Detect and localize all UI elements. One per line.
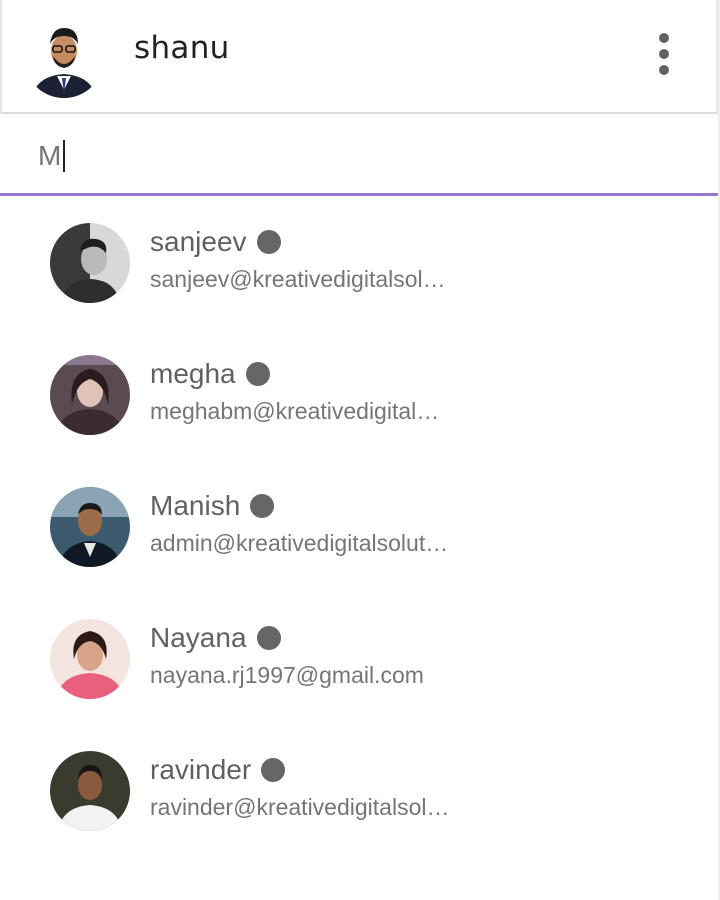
avatar bbox=[50, 751, 130, 831]
status-dot-icon bbox=[250, 494, 275, 518]
contact-email: meghabm@kreativedigital… bbox=[150, 398, 440, 424]
list-item[interactable]: megha meghabm@kreativedigital… bbox=[0, 328, 718, 460]
contact-email: admin@kreativedigitalsolut… bbox=[150, 530, 449, 556]
contact-name-text: megha bbox=[150, 358, 236, 389]
avatar bbox=[50, 619, 130, 699]
contact-name-text: Manish bbox=[150, 490, 241, 521]
contact-name: megha bbox=[150, 358, 270, 390]
contact-name-text: ravinder bbox=[150, 754, 252, 785]
list-item[interactable]: Manish admin@kreativedigitalsolut… bbox=[0, 460, 718, 592]
search-bar: M bbox=[0, 116, 718, 196]
status-dot-icon bbox=[256, 626, 281, 650]
contact-name: sanjeev bbox=[150, 226, 281, 258]
text-caret bbox=[63, 140, 66, 172]
app-bar: shanu bbox=[0, 0, 718, 114]
list-item[interactable]: Nayana nayana.rj1997@gmail.com bbox=[0, 592, 718, 724]
avatar bbox=[50, 223, 130, 303]
contact-name-text: sanjeev bbox=[150, 226, 247, 257]
avatar bbox=[50, 487, 130, 567]
contact-name: Nayana bbox=[150, 622, 281, 654]
contact-name: ravinder bbox=[150, 754, 286, 786]
more-vert-icon[interactable] bbox=[646, 30, 682, 78]
status-dot-icon bbox=[256, 230, 281, 254]
contact-email: nayana.rj1997@gmail.com bbox=[150, 662, 424, 688]
status-dot-icon bbox=[245, 362, 270, 386]
status-dot-icon bbox=[261, 758, 286, 782]
contact-email: sanjeev@kreativedigitalsol… bbox=[150, 266, 446, 292]
contact-name: Manish bbox=[150, 490, 275, 522]
search-input-value: M bbox=[38, 140, 62, 171]
list-item[interactable]: sanjeev sanjeev@kreativedigitalsol… bbox=[0, 196, 718, 328]
user-avatar[interactable] bbox=[24, 18, 104, 98]
search-input[interactable]: M bbox=[38, 134, 678, 178]
list-item[interactable]: ravinder ravinder@kreativedigitalsol… bbox=[0, 724, 718, 856]
user-name: shanu bbox=[134, 30, 230, 66]
contact-name-text: Nayana bbox=[150, 622, 247, 653]
contact-email: ravinder@kreativedigitalsol… bbox=[150, 794, 450, 820]
avatar bbox=[50, 355, 130, 435]
